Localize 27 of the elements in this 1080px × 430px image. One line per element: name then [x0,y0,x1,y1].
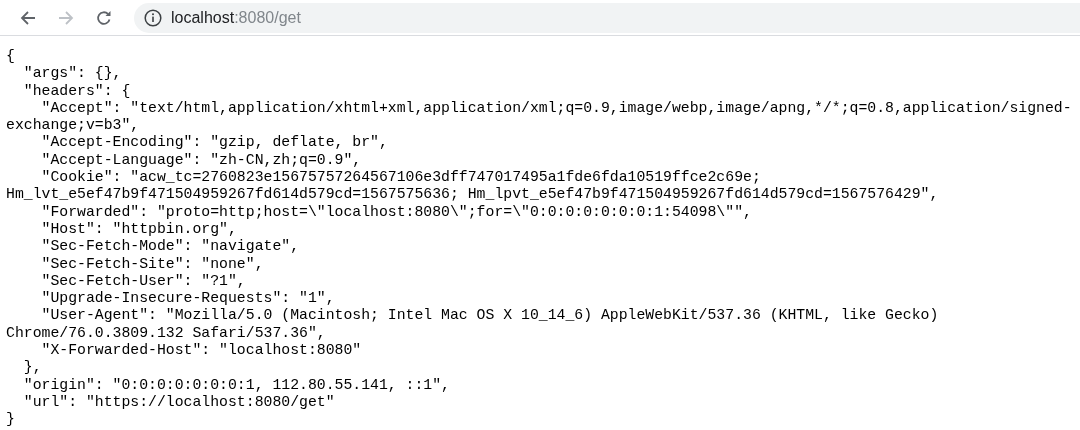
back-arrow-icon [19,8,37,27]
code-line: Hm_lvt_e5ef47b9f471504959267fd614d579cd=1567575636; Hm_lpvt_e5ef47b9f471504959267fd614d579cd=1567576429", [6,186,939,204]
code-line: Chrome/76.0.3809.132 Safari/537.36", [6,324,326,343]
code-line: } [6,411,15,429]
code-line: "url": "https://localhost:8080/get" [22,393,335,412]
forward-arrow-icon [57,8,75,27]
code-line: { [6,48,15,66]
code-line: "Cookie": "acw_tc=2760823e15675757264567106e3dff747017495a1fde6fda10519ffce2c69e; [40,169,761,187]
code-line: "Upgrade-Insecure-Requests": "1", [40,290,335,308]
code-line: "args": {}, [22,65,122,83]
code-line: "Accept": "text/html,application/xhtml+xml,application/xml;q=0.9,image/webp,image/apng,*/*;q=0.8,application/signed- [40,99,1072,118]
info-icon[interactable] [144,8,162,27]
code-line: "Sec-Fetch-Mode": "navigate", [40,238,300,256]
code-line: "Host": "httpbin.org", [40,220,237,239]
code-line: "Sec-Fetch-User": "?1", [40,272,246,291]
code-line: exchange;v=b3", [6,117,140,135]
code-line: "User-Agent": "Mozilla/5.0 (Macintosh; Intel Mac OS X 10_14_6) AppleWebKit/537.36 (KHTML, like Gecko) [40,307,939,325]
code-line: "Accept-Language": "zh-CN,zh;q=0.9", [40,151,362,170]
address-field[interactable]: localhost:8080/get [134,2,1080,33]
code-line: "headers": { [22,82,131,100]
code-line: "Forwarded": "proto=http;host=\"localhost:8080\";for=\"0:0:0:0:0:0:0:1:54098\"", [40,203,752,221]
reload-icon [95,8,113,27]
code-line: "origin": "0:0:0:0:0:0:0:1, 112.80.55.141, ::1", [22,376,450,394]
code-line: "X-Forwarded-Host": "localhost:8080" [40,342,362,360]
code-line: }, [22,359,42,377]
code-line: "Accept-Encoding": "gzip, deflate, br", [40,134,388,152]
code-line: "Sec-Fetch-Site": "none", [40,255,264,273]
